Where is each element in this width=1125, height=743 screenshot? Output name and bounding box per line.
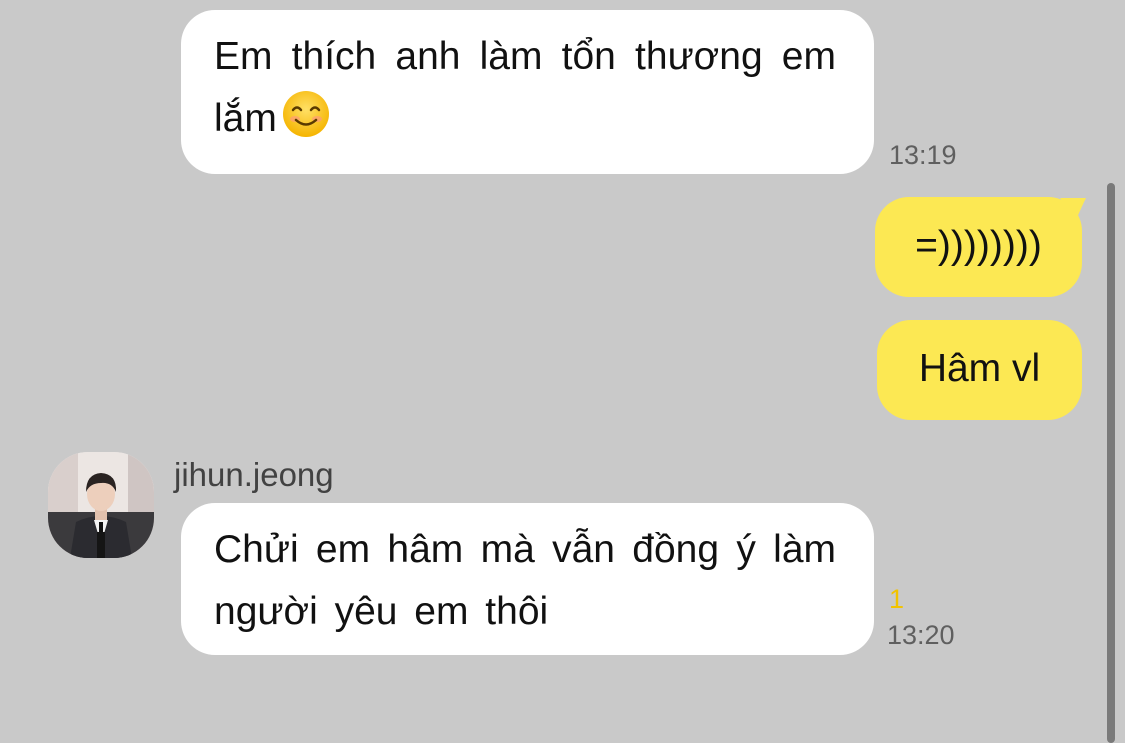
smiling-face-icon — [281, 89, 331, 158]
scrollbar[interactable] — [1107, 183, 1115, 743]
message-text: Em thích anh làm tổn thương em lắm — [214, 26, 836, 158]
incoming-message-bubble[interactable]: Chửi em hâm mà vẫn đồng ý làm người yêu … — [181, 503, 874, 655]
sender-name: jihun.jeong — [174, 456, 334, 493]
outgoing-bubble-tail — [1060, 198, 1086, 220]
message-text: =)))))))) — [915, 224, 1042, 267]
message-timestamp: 13:20 — [887, 620, 955, 650]
avatar[interactable] — [48, 452, 154, 558]
incoming-message-bubble[interactable]: Em thích anh làm tổn thương em lắm — [181, 10, 874, 174]
unread-count: 1 — [889, 584, 905, 614]
message-text: Chửi em hâm mà vẫn đồng ý làm người yêu … — [214, 528, 836, 633]
outgoing-message-bubble[interactable]: =)))))))) — [875, 197, 1082, 297]
message-timestamp: 13:19 — [889, 140, 957, 170]
chat-thread: Em thích anh làm tổn thương em lắm 13:19… — [0, 0, 1125, 743]
message-text: Hâm vl — [918, 347, 1041, 390]
outgoing-message-bubble[interactable]: Hâm vl — [877, 320, 1082, 420]
